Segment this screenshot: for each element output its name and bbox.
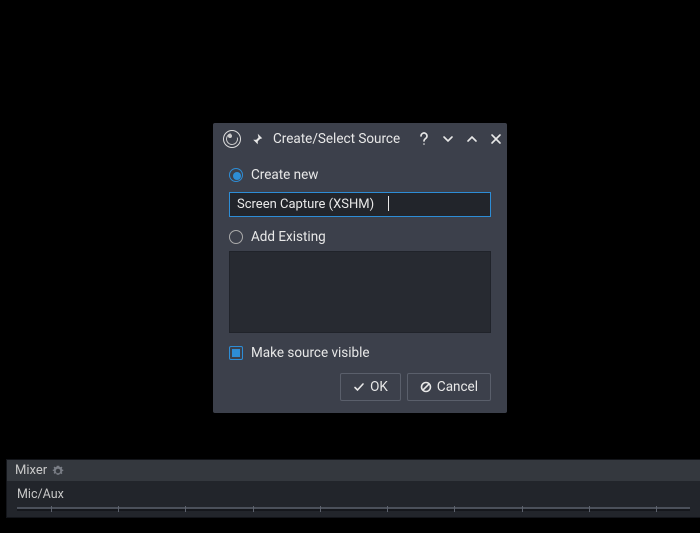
mixer-body: Mic/Aux	[7, 481, 700, 517]
existing-sources-list[interactable]	[229, 251, 491, 333]
mixer-header: Mixer	[7, 460, 700, 481]
meter-tick	[522, 506, 523, 512]
gear-icon[interactable]	[52, 465, 64, 477]
meter-tick	[253, 506, 254, 512]
add-existing-radio[interactable]: Add Existing	[229, 229, 491, 245]
meter-tick	[118, 506, 119, 512]
obs-logo-icon	[223, 130, 241, 148]
radio-icon	[229, 230, 243, 244]
make-visible-label: Make source visible	[251, 345, 370, 361]
pin-icon[interactable]	[249, 131, 265, 147]
mixer-title: Mixer	[15, 463, 47, 478]
cancel-icon	[420, 381, 432, 393]
meter-tick	[387, 506, 388, 512]
make-visible-checkbox[interactable]: Make source visible	[229, 345, 491, 361]
radio-icon	[229, 168, 243, 182]
meter-tick	[320, 506, 321, 512]
create-new-label: Create new	[251, 167, 318, 183]
create-select-source-dialog: Create/Select Source Create new	[213, 123, 507, 413]
channel-label: Mic/Aux	[17, 487, 690, 505]
dialog-titlebar: Create/Select Source	[213, 123, 507, 155]
meter-tick	[589, 506, 590, 512]
text-caret	[388, 196, 389, 211]
chevron-down-icon[interactable]	[440, 131, 456, 147]
create-new-radio[interactable]: Create new	[229, 167, 491, 183]
help-icon[interactable]	[416, 131, 432, 147]
add-existing-label: Add Existing	[251, 229, 326, 245]
source-name-wrap	[229, 189, 491, 223]
dialog-title: Create/Select Source	[273, 131, 400, 147]
meter-tick	[454, 506, 455, 512]
cancel-label: Cancel	[437, 379, 478, 395]
meter-tick	[51, 506, 52, 512]
audio-meter[interactable]	[17, 507, 690, 511]
source-name-input[interactable]	[229, 192, 491, 217]
mixer-panel: Mixer Mic/Aux	[6, 459, 700, 518]
dialog-body: Create new Add Existing Make source visi…	[213, 155, 507, 413]
chevron-up-icon[interactable]	[464, 131, 480, 147]
ok-button[interactable]: OK	[340, 373, 401, 401]
checkbox-icon	[229, 346, 243, 360]
cancel-button[interactable]: Cancel	[407, 373, 491, 401]
close-icon[interactable]	[488, 131, 504, 147]
ok-label: OK	[370, 379, 388, 395]
dialog-buttons: OK Cancel	[229, 373, 491, 401]
meter-tick	[656, 506, 657, 512]
check-icon	[353, 381, 365, 393]
meter-tick	[185, 506, 186, 512]
